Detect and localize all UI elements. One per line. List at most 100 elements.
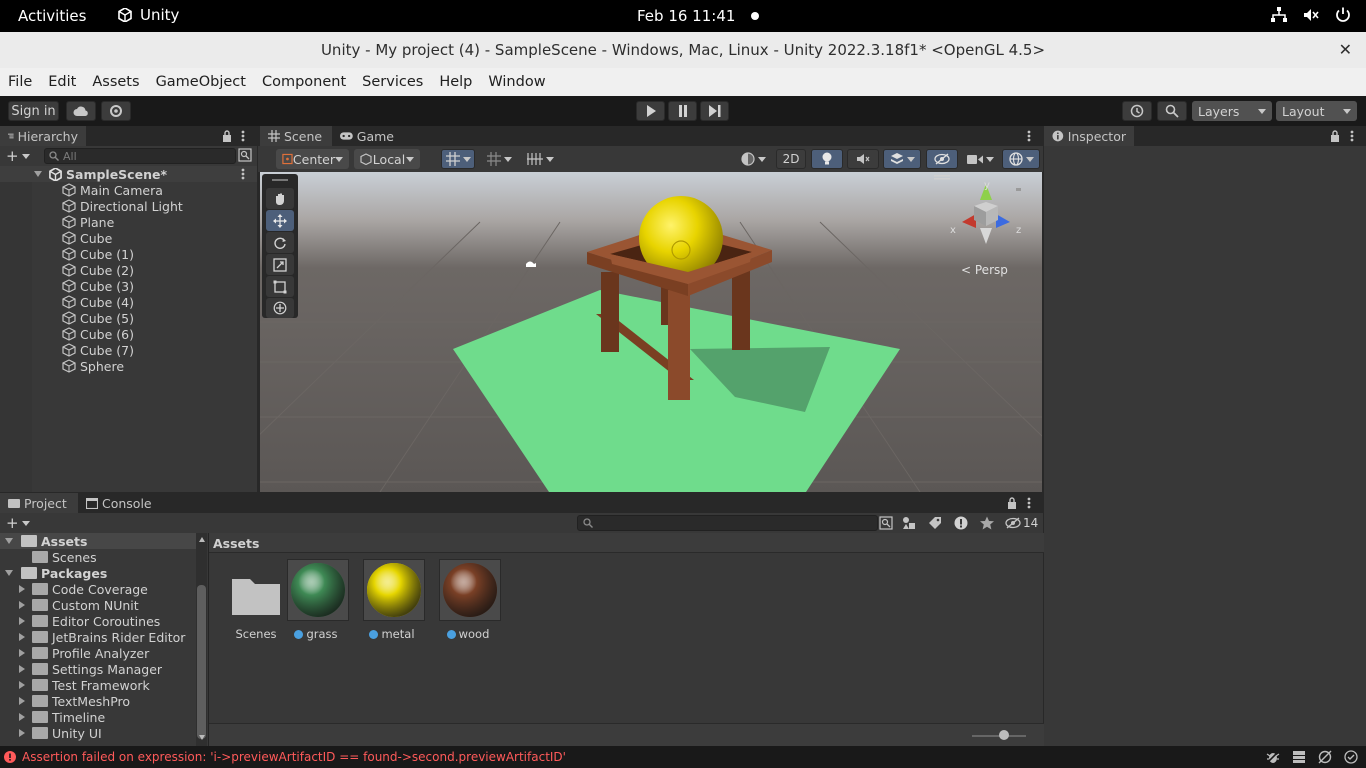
scene-camera-dropdown[interactable] <box>962 149 998 169</box>
overlay-menu-handle[interactable] <box>934 175 950 177</box>
project-create-dropdown[interactable]: + <box>6 514 32 532</box>
hidden-packages-toggle[interactable]: 14 <box>1005 515 1038 531</box>
expand-arrow-icon[interactable] <box>5 570 13 576</box>
tree-package-item[interactable]: Editor Coroutines <box>0 613 196 629</box>
expand-arrow-icon[interactable] <box>19 665 25 673</box>
search-filter-icon[interactable] <box>879 516 893 530</box>
expand-arrow-icon[interactable] <box>19 681 25 689</box>
scene-render[interactable] <box>260 172 1042 492</box>
scroll-up-icon[interactable] <box>199 537 205 542</box>
icon-size-slider-thumb[interactable] <box>999 730 1009 740</box>
pivot-dropdown[interactable]: Center <box>276 149 349 169</box>
rect-tool-button[interactable] <box>266 276 294 297</box>
tree-package-item[interactable]: TextMeshPro <box>0 693 196 709</box>
hierarchy-item[interactable]: Plane <box>0 214 257 230</box>
tab-game[interactable]: Game <box>332 126 402 146</box>
tree-scenes[interactable]: Scenes <box>0 549 196 565</box>
menu-edit[interactable]: Edit <box>48 74 76 90</box>
scene-row[interactable]: SampleScene* <box>0 166 257 182</box>
tab-inspector[interactable]: Inspector <box>1044 126 1134 146</box>
play-button[interactable] <box>636 101 665 121</box>
space-dropdown[interactable]: Local <box>354 149 420 169</box>
hierarchy-item[interactable]: Main Camera <box>0 182 257 198</box>
collab-button[interactable] <box>101 101 131 121</box>
expand-arrow-icon[interactable] <box>19 633 25 641</box>
scene-viewport[interactable]: y x z < Persp <box>260 172 1042 492</box>
favorite-star-icon[interactable] <box>980 516 994 530</box>
menu-help[interactable]: Help <box>439 74 472 90</box>
expand-arrow-icon[interactable] <box>19 601 25 609</box>
check-circle-icon[interactable] <box>1344 750 1358 764</box>
cache-server-icon[interactable] <box>1292 750 1306 764</box>
hierarchy-item[interactable]: Cube (7) <box>0 342 257 358</box>
lock-icon[interactable] <box>1330 130 1340 142</box>
asset-material[interactable]: wood <box>439 559 527 645</box>
expand-arrow-icon[interactable] <box>19 713 25 721</box>
label-tag-icon[interactable] <box>928 516 942 530</box>
rotate-tool-button[interactable] <box>266 232 294 253</box>
expand-arrow-icon[interactable] <box>34 171 42 177</box>
menu-assets[interactable]: Assets <box>92 74 139 90</box>
increment-snap-button[interactable] <box>481 149 517 169</box>
hierarchy-item[interactable]: Cube <box>0 230 257 246</box>
tree-assets[interactable]: Assets <box>0 533 196 549</box>
move-tool-button[interactable] <box>266 210 294 231</box>
shading-mode-button[interactable] <box>734 149 772 169</box>
tab-scene[interactable]: Scene <box>260 126 332 146</box>
hierarchy-item[interactable]: Cube (6) <box>0 326 257 342</box>
hierarchy-item[interactable]: Cube (4) <box>0 294 257 310</box>
create-dropdown[interactable]: + <box>6 147 32 165</box>
drag-handle[interactable] <box>272 179 288 181</box>
layers-dropdown[interactable]: Layers <box>1192 101 1272 121</box>
expand-arrow-icon[interactable] <box>19 697 25 705</box>
hand-tool-button[interactable] <box>266 188 294 209</box>
hierarchy-item[interactable]: Cube (1) <box>0 246 257 262</box>
tab-hierarchy[interactable]: Hierarchy <box>0 126 86 146</box>
hidden-objects-toggle[interactable] <box>926 149 958 169</box>
system-tray[interactable] <box>1270 6 1352 24</box>
expand-arrow-icon[interactable] <box>19 729 25 737</box>
hierarchy-search-input[interactable]: All <box>44 148 236 164</box>
2d-mode-button[interactable]: 2D <box>776 149 806 169</box>
tree-package-item[interactable]: Code Coverage <box>0 581 196 597</box>
search-button[interactable] <box>1157 101 1187 121</box>
more-options-icon[interactable] <box>1026 130 1032 142</box>
search-filter-icon[interactable] <box>238 148 252 162</box>
hierarchy-item[interactable]: Cube (3) <box>0 278 257 294</box>
sign-in-button[interactable]: Sign in <box>8 101 59 121</box>
orientation-gizmo[interactable]: y x z < Persp <box>946 180 1026 282</box>
axis-gizmo-icon[interactable] <box>946 182 1026 252</box>
tab-console[interactable]: Console <box>78 493 160 513</box>
more-options-icon[interactable] <box>1026 497 1032 509</box>
undo-history-button[interactable] <box>1122 101 1152 121</box>
tree-scrollbar[interactable] <box>196 533 207 746</box>
debug-bug-icon[interactable] <box>1266 750 1280 764</box>
hierarchy-item[interactable]: Cube (5) <box>0 310 257 326</box>
warning-filter-icon[interactable] <box>954 516 968 530</box>
hierarchy-item[interactable]: Sphere <box>0 358 257 374</box>
tree-package-item[interactable]: Profile Analyzer <box>0 645 196 661</box>
expand-arrow-icon[interactable] <box>5 538 13 544</box>
layout-dropdown[interactable]: Layout <box>1276 101 1357 121</box>
menu-gameobject[interactable]: GameObject <box>156 74 246 90</box>
tree-package-item[interactable]: Settings Manager <box>0 661 196 677</box>
tree-package-item[interactable]: Test Framework <box>0 677 196 693</box>
grid-snapping-button[interactable] <box>441 149 475 169</box>
grid-visibility-button[interactable] <box>522 149 558 169</box>
status-bar[interactable]: Assertion failed on expression: 'i->prev… <box>0 746 1366 768</box>
expand-arrow-icon[interactable] <box>19 649 25 657</box>
expand-arrow-icon[interactable] <box>19 585 25 593</box>
breadcrumb-assets[interactable]: Assets <box>213 536 259 551</box>
window-close-button[interactable]: ✕ <box>1339 40 1352 59</box>
hierarchy-item[interactable]: Cube (2) <box>0 262 257 278</box>
menu-services[interactable]: Services <box>362 74 423 90</box>
perspective-toggle[interactable]: < Persp <box>961 263 1008 277</box>
lock-icon[interactable] <box>1007 497 1017 509</box>
tree-package-item[interactable]: Custom NUnit <box>0 597 196 613</box>
hierarchy-item[interactable]: Directional Light <box>0 198 257 214</box>
more-options-icon[interactable] <box>1349 130 1355 142</box>
tree-package-item[interactable]: Unity UI <box>0 725 196 741</box>
tab-project[interactable]: Project <box>0 493 78 513</box>
scale-tool-button[interactable] <box>266 254 294 275</box>
more-options-icon[interactable] <box>240 130 246 142</box>
